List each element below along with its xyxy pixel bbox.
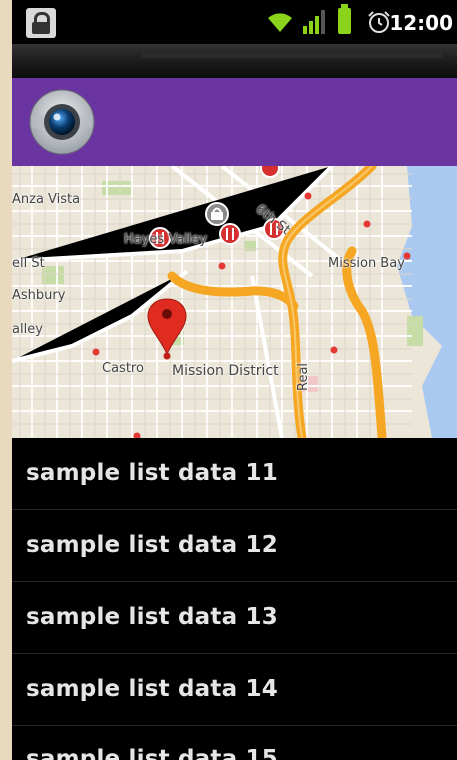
map-pin-icon[interactable] (147, 298, 187, 360)
action-bar (12, 78, 457, 166)
sample-list[interactable]: sample list data 11 sample list data 12 … (12, 438, 457, 760)
map-label-mission-bay: Mission Bay (328, 256, 405, 271)
map-label-mission-district: Mission District (172, 363, 279, 379)
wifi-icon (268, 13, 292, 32)
list-item[interactable]: sample list data 14 (12, 654, 457, 726)
restaurant-marker-icon[interactable] (260, 166, 280, 178)
list-item[interactable]: sample list data 11 (12, 438, 457, 510)
title-strip (12, 44, 457, 78)
alarm-icon (368, 11, 390, 33)
shopping-marker-icon[interactable] (205, 202, 229, 226)
camera-lens-icon[interactable] (28, 88, 96, 156)
list-item[interactable]: sample list data 15 (12, 726, 457, 760)
list-item-label: sample list data 14 (26, 676, 278, 702)
map-view[interactable]: Anza Vista Hayes Valley 6th St ell St As… (12, 166, 457, 438)
map-label-ashbury: Ashbury (12, 288, 66, 303)
title-strip-decoration (142, 52, 442, 58)
battery-icon (338, 4, 351, 34)
map-label-hayes-valley: Hayes Valley (124, 232, 208, 247)
list-item[interactable]: sample list data 12 (12, 510, 457, 582)
phone-screen: 12:00 Anza Vista Hayes Valley 6th St ell… (12, 0, 457, 760)
map-label-real: Real (296, 362, 311, 391)
list-item-label: sample list data 13 (26, 604, 278, 630)
lock-icon (26, 8, 56, 38)
map-label-alley: alley (12, 322, 43, 337)
map-label-anza-vista: Anza Vista (12, 192, 81, 207)
restaurant-marker-icon[interactable] (219, 223, 241, 245)
list-item-label: sample list data 12 (26, 532, 278, 558)
status-clock: 12:00 (389, 11, 453, 35)
map-label-castro: Castro (102, 361, 144, 376)
list-item-label: sample list data 11 (26, 460, 278, 486)
list-item[interactable]: sample list data 13 (12, 582, 457, 654)
status-bar: 12:00 (12, 0, 457, 44)
list-item-label: sample list data 15 (26, 746, 278, 760)
signal-icon (303, 10, 325, 34)
map-label-ell-st: ell St (12, 256, 45, 271)
